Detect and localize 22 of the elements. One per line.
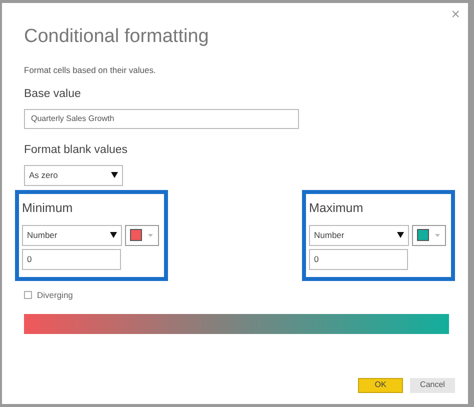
value-field[interactable]: 0 <box>22 248 121 270</box>
color-picker[interactable] <box>125 224 159 246</box>
color-picker[interactable] <box>412 224 446 246</box>
blank-values-dropdown[interactable]: As zero <box>24 164 123 186</box>
caret-icon <box>148 234 153 236</box>
base-value-field[interactable]: Quarterly Sales Growth <box>24 108 299 128</box>
caret-icon <box>111 172 118 178</box>
type-dropdown[interactable]: Number <box>309 224 409 246</box>
description: Format cells based on their values. <box>24 64 157 76</box>
section-label: Maximum <box>309 200 364 217</box>
ok-button[interactable]: OK <box>358 378 403 392</box>
caret-icon <box>397 232 404 238</box>
caret-icon <box>435 234 440 236</box>
type-dropdown[interactable]: Number <box>22 224 122 246</box>
diverging-checkbox[interactable]: Diverging <box>24 288 73 302</box>
value-field[interactable]: 0 <box>309 248 408 270</box>
cancel-button[interactable]: Cancel <box>410 378 455 392</box>
section-label: Minimum <box>22 200 74 217</box>
dialog-title: Conditional formatting <box>24 25 210 49</box>
caret-icon <box>110 232 117 238</box>
field-label: Base value <box>24 87 82 102</box>
field-label: Format blank values <box>24 142 129 158</box>
